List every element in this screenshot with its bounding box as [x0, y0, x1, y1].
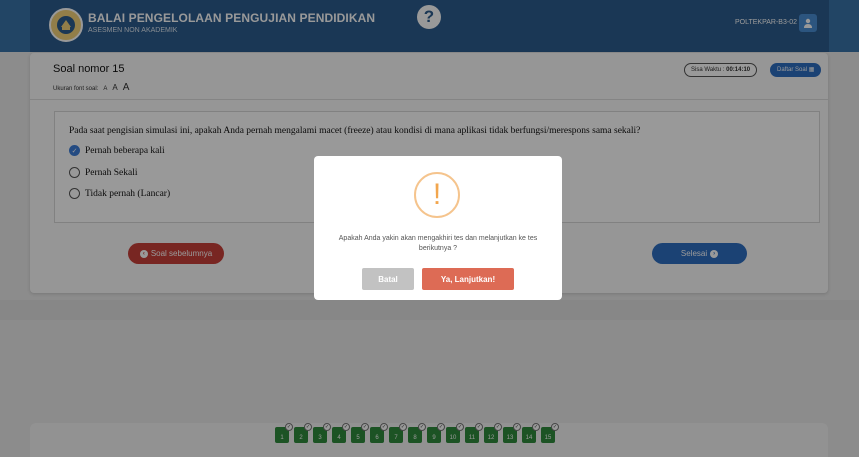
- confirm-button[interactable]: Ya, Lanjutkan!: [422, 268, 514, 290]
- confirm-dialog: ! Apakah Anda yakin akan mengakhiri tes …: [314, 156, 562, 300]
- dialog-message: Apakah Anda yakin akan mengakhiri tes da…: [338, 235, 538, 252]
- cancel-button[interactable]: Batal: [362, 268, 414, 290]
- warning-icon: !: [414, 172, 460, 218]
